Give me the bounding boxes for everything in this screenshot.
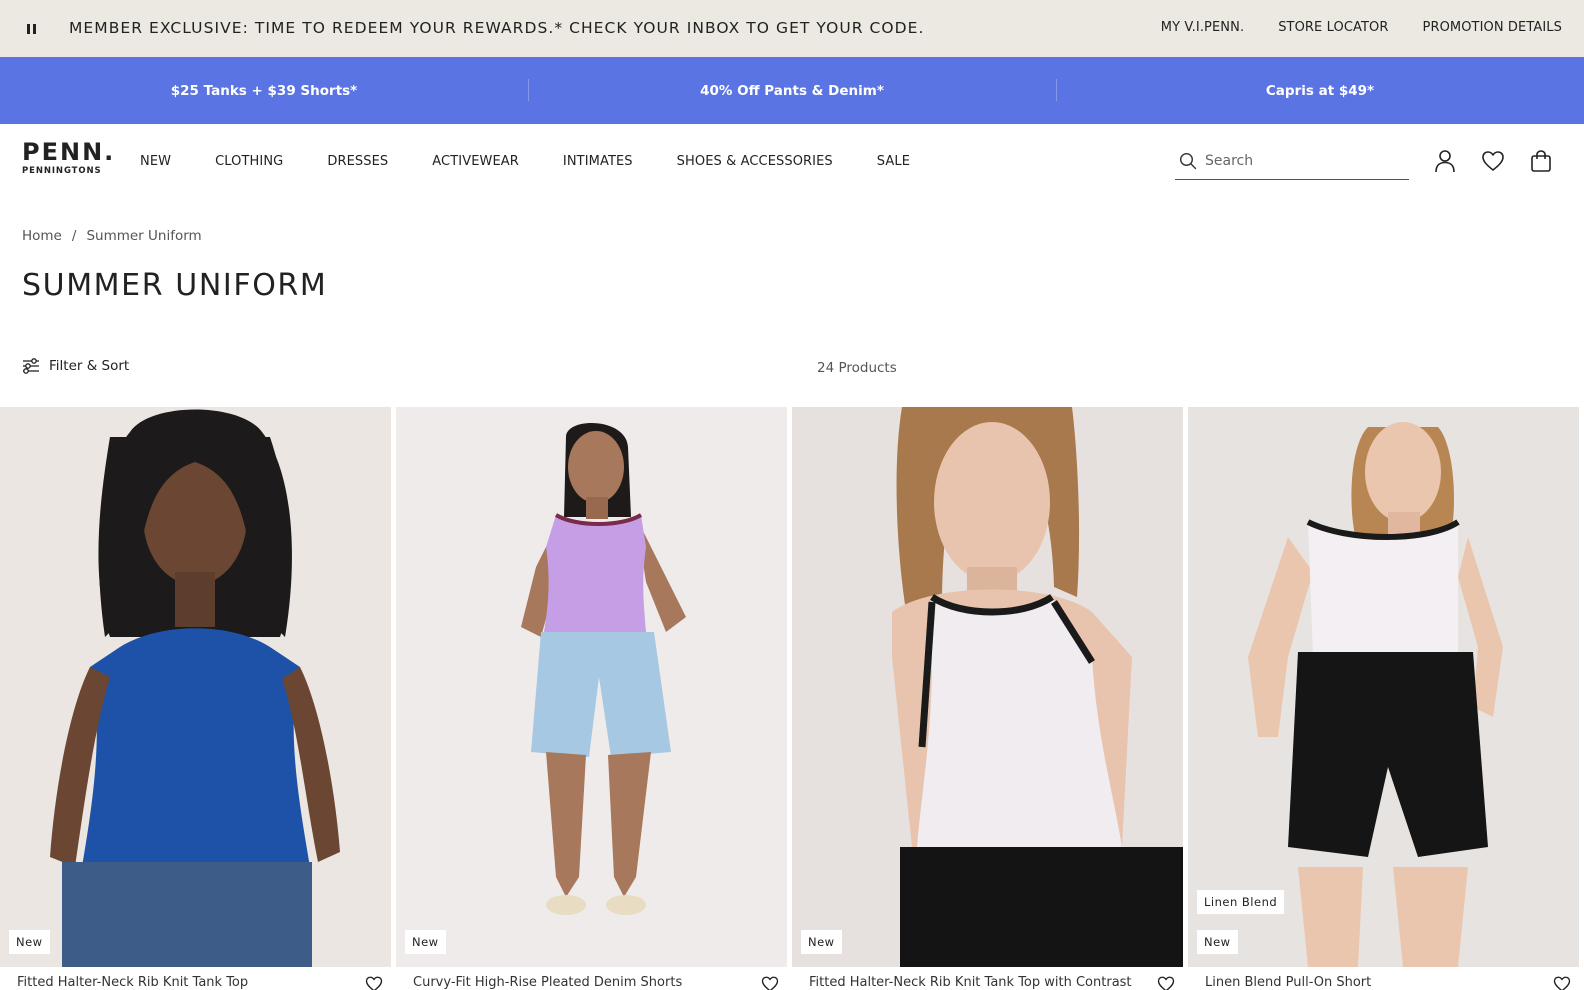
promo-pants-denim-link[interactable]: 40% Off Pants & Denim* bbox=[528, 57, 1056, 124]
product-count: 24 Products bbox=[817, 360, 897, 376]
promo-bar: $25 Tanks + $39 Shorts* 40% Off Pants & … bbox=[0, 57, 1584, 124]
filter-sliders-icon bbox=[23, 358, 39, 374]
product-card: Linen Blend New Linen Blend Pull-On Shor… bbox=[1188, 407, 1579, 990]
logo-main-text: PENN. bbox=[22, 138, 116, 166]
product-name-link[interactable]: Curvy-Fit High-Rise Pleated Denim Shorts bbox=[413, 975, 682, 990]
penningtons-logo[interactable]: PENN. PENNINGTONS bbox=[22, 138, 116, 176]
product-badge: New bbox=[1197, 930, 1238, 954]
nav-dresses[interactable]: DRESSES bbox=[327, 154, 388, 169]
site-header: PENN. PENNINGTONS NEW CLOTHING DRESSES A… bbox=[0, 124, 1584, 200]
product-name-link[interactable]: Fitted Halter-Neck Rib Knit Tank Top bbox=[17, 975, 248, 990]
pause-banner-button[interactable] bbox=[20, 18, 42, 40]
product-badge: New bbox=[405, 930, 446, 954]
my-vipenn-link[interactable]: MY V.I.PENN. bbox=[1161, 20, 1244, 35]
product-image[interactable]: New bbox=[0, 407, 391, 967]
product-card: New Curvy-Fit High-Rise Pleated Denim Sh… bbox=[396, 407, 787, 990]
wishlist-heart-icon[interactable] bbox=[1553, 975, 1571, 990]
wishlist-heart-icon[interactable] bbox=[365, 975, 383, 990]
product-name-link[interactable]: Fitted Halter-Neck Rib Knit Tank Top wit… bbox=[809, 975, 1132, 990]
product-grid: New Fitted Halter-Neck Rib Knit Tank Top bbox=[0, 407, 1584, 990]
utility-links: MY V.I.PENN. STORE LOCATOR PROMOTION DET… bbox=[1161, 20, 1562, 35]
shopping-bag-icon[interactable] bbox=[1528, 148, 1554, 174]
wishlist-heart-icon[interactable] bbox=[761, 975, 779, 990]
wishlist-heart-icon[interactable] bbox=[1157, 975, 1175, 990]
breadcrumb-home-link[interactable]: Home bbox=[22, 228, 62, 244]
nav-activewear[interactable]: ACTIVEWEAR bbox=[432, 154, 519, 169]
breadcrumb: Home / Summer Uniform bbox=[22, 228, 202, 244]
member-banner-message[interactable]: MEMBER EXCLUSIVE: TIME TO REDEEM YOUR RE… bbox=[69, 19, 924, 37]
nav-shoes-accessories[interactable]: SHOES & ACCESSORIES bbox=[677, 154, 833, 169]
nav-intimates[interactable]: INTIMATES bbox=[563, 154, 633, 169]
product-badge: New bbox=[9, 930, 50, 954]
nav-sale[interactable]: SALE bbox=[877, 154, 910, 169]
breadcrumb-separator: / bbox=[71, 228, 77, 244]
breadcrumb-current: Summer Uniform bbox=[86, 228, 202, 244]
search-input[interactable] bbox=[1205, 152, 1395, 169]
store-locator-link[interactable]: STORE LOCATOR bbox=[1278, 20, 1388, 35]
pause-icon bbox=[26, 24, 30, 34]
product-card: New Fitted Halter-Neck Rib Knit Tank Top… bbox=[792, 407, 1183, 990]
product-card: New Fitted Halter-Neck Rib Knit Tank Top bbox=[0, 407, 391, 990]
member-banner: MEMBER EXCLUSIVE: TIME TO REDEEM YOUR RE… bbox=[0, 0, 1584, 57]
nav-clothing[interactable]: CLOTHING bbox=[215, 154, 283, 169]
product-image[interactable]: New bbox=[792, 407, 1183, 967]
wishlist-heart-icon[interactable] bbox=[1480, 148, 1506, 174]
product-image[interactable]: New bbox=[396, 407, 787, 967]
promo-tanks-shorts-link[interactable]: $25 Tanks + $39 Shorts* bbox=[0, 57, 528, 124]
filter-sort-button[interactable]: Filter & Sort bbox=[22, 358, 129, 374]
filter-sort-label: Filter & Sort bbox=[49, 358, 130, 374]
product-badge: Linen Blend bbox=[1197, 890, 1285, 914]
account-icon[interactable] bbox=[1432, 148, 1458, 174]
page-title: SUMMER UNIFORM bbox=[22, 268, 328, 303]
search-icon[interactable] bbox=[1179, 152, 1197, 170]
search-box bbox=[1175, 142, 1409, 180]
logo-sub-text: PENNINGTONS bbox=[22, 166, 102, 176]
main-nav: NEW CLOTHING DRESSES ACTIVEWEAR INTIMATE… bbox=[140, 154, 954, 169]
promotion-details-link[interactable]: PROMOTION DETAILS bbox=[1423, 20, 1563, 35]
promo-capris-link[interactable]: Capris at $49* bbox=[1056, 57, 1584, 124]
product-image[interactable]: Linen Blend New bbox=[1188, 407, 1579, 967]
product-badge: New bbox=[801, 930, 842, 954]
product-name-link[interactable]: Linen Blend Pull-On Short bbox=[1205, 975, 1371, 990]
nav-new[interactable]: NEW bbox=[140, 154, 171, 169]
